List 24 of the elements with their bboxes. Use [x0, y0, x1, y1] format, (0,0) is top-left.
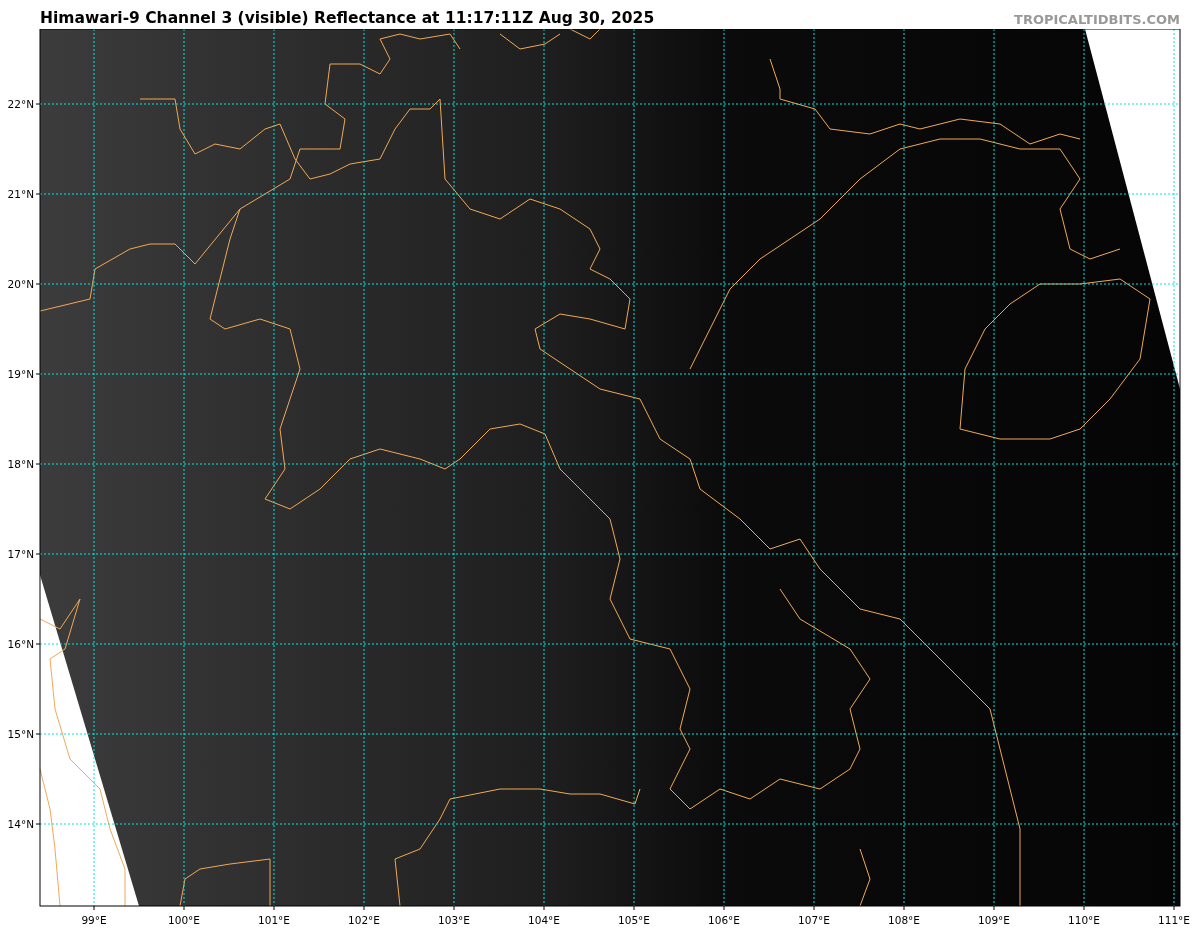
latitude-label: 18°N [7, 458, 34, 470]
latitude-label: 17°N [7, 548, 34, 560]
longitude-label: 105°E [618, 914, 650, 926]
latitude-label: 21°N [7, 188, 34, 200]
longitude-label: 109°E [978, 914, 1010, 926]
map-title: Himawari-9 Channel 3 (visible) Reflectance at 11:17:11Z Aug 30, 2025 [40, 9, 655, 27]
longitude-label: 106°E [708, 914, 740, 926]
longitude-label: 101°E [258, 914, 290, 926]
longitude-label: 104°E [528, 914, 560, 926]
latitude-label: 19°N [7, 368, 34, 380]
longitude-label: 111°E [1158, 914, 1190, 926]
longitude-label: 107°E [798, 914, 830, 926]
longitude-label: 102°E [348, 914, 380, 926]
latitude-label: 16°N [7, 638, 34, 650]
latitude-label: 20°N [7, 278, 34, 290]
site-credit: TROPICALTIDBITS.COM [1014, 12, 1180, 27]
latitude-label: 22°N [7, 98, 34, 110]
latitude-label: 14°N [7, 818, 34, 830]
latitude-label: 15°N [7, 728, 34, 740]
longitude-label: 110°E [1068, 914, 1100, 926]
longitude-label: 103°E [438, 914, 470, 926]
longitude-label: 99°E [81, 914, 107, 926]
longitude-label: 108°E [888, 914, 920, 926]
longitude-label: 100°E [168, 914, 200, 926]
